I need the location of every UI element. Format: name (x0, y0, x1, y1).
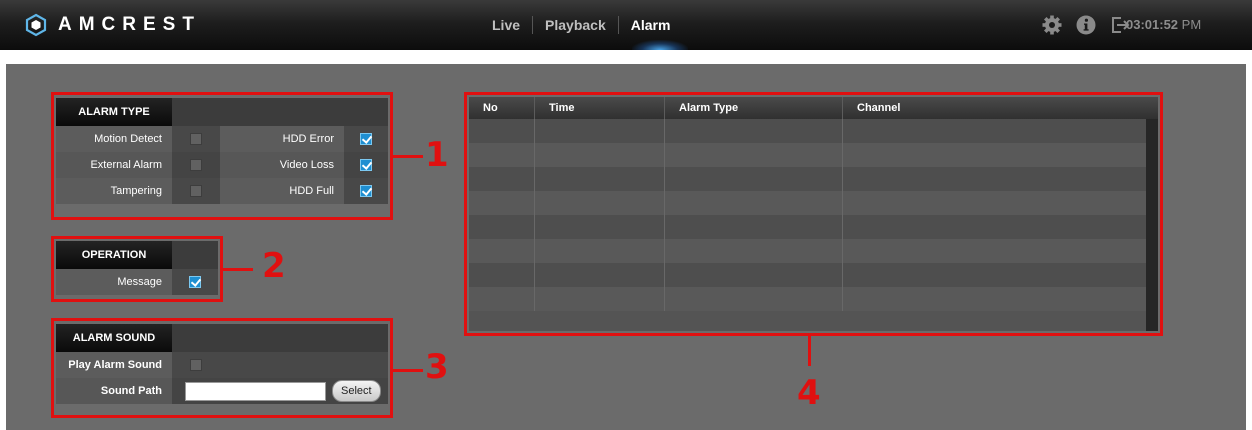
nav-alarm[interactable]: Alarm (619, 14, 683, 36)
callout-box-2 (51, 236, 223, 302)
callout-line-3 (393, 369, 423, 372)
callout-marker-3: 3 (425, 347, 449, 387)
clock-time: 03:01:52 (1126, 17, 1179, 32)
clock-ampm: PM (1181, 17, 1202, 32)
callout-marker-4: 4 (797, 373, 821, 413)
callout-box-1 (51, 92, 393, 220)
callout-marker-2: 2 (262, 246, 286, 286)
callout-line-1 (393, 155, 423, 158)
info-icon[interactable] (1074, 13, 1098, 37)
content-top-strip (6, 50, 1246, 64)
active-tab-indicator (632, 40, 688, 50)
logo-text: AMCREST (58, 14, 201, 35)
nav-playback[interactable]: Playback (533, 14, 618, 36)
callout-line-4 (808, 336, 811, 366)
callout-line-2 (223, 268, 253, 271)
callout-box-4 (464, 92, 1163, 336)
top-bar: AMCREST Live Playback Alarm 03:01:52 PM (0, 0, 1252, 50)
callout-box-3 (51, 318, 393, 418)
callout-marker-1: 1 (425, 135, 449, 175)
amcrest-logo: AMCREST (24, 12, 201, 38)
logo-icon (25, 13, 47, 37)
gear-icon[interactable] (1040, 13, 1064, 37)
clock: 03:01:52 PM (1126, 17, 1201, 32)
nav-live[interactable]: Live (480, 14, 532, 36)
